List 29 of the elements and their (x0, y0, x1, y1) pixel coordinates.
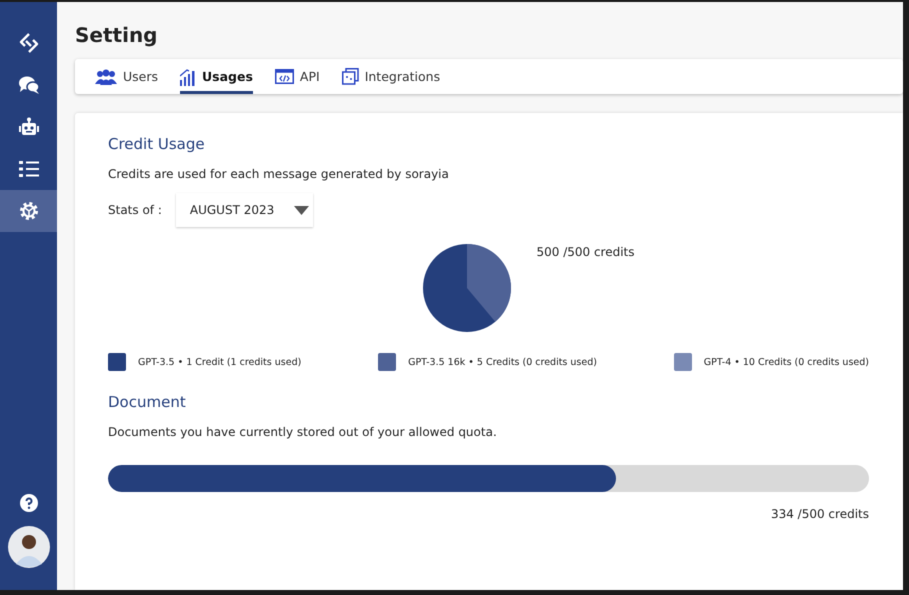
page-title: Setting (75, 23, 158, 47)
progress-reading: 334 /500 credits (770, 507, 869, 521)
month-dropdown[interactable]: AUGUST 2023 (176, 193, 313, 227)
robot-icon (18, 117, 40, 137)
help-icon[interactable] (20, 494, 38, 512)
sidebar-item[interactable] (0, 190, 57, 232)
puzzle-icon (342, 68, 359, 85)
tab[interactable]: Integrations (342, 59, 440, 94)
bar-chart-icon (180, 68, 196, 86)
users-icon (95, 68, 117, 84)
tab[interactable]: API (274, 59, 320, 94)
legend-label: GPT-4 • 10 Credits (0 credits used) (704, 356, 869, 368)
section-title: Credit Usage (108, 135, 206, 153)
section-title: Document (108, 393, 187, 411)
logo-icon (18, 32, 40, 54)
code-window-icon (274, 69, 294, 84)
settings-icon (18, 200, 40, 222)
legend-label: GPT-3.5 16k • 5 Credits (0 credits used) (408, 356, 597, 368)
tab[interactable]: Users (95, 59, 158, 94)
description: Credits are used for each message generated by sorayia (108, 167, 450, 181)
legend-label: GPT-3.5 • 1 Credit (1 credits used) (138, 356, 302, 368)
avatar[interactable] (8, 526, 50, 568)
list-icon (18, 160, 38, 178)
chat-icon (18, 75, 40, 95)
description: Documents you have currently stored out of your allowed quota. (108, 425, 498, 439)
caret-icon (294, 206, 309, 214)
tab[interactable]: Usages (180, 59, 253, 94)
credit-total: 500 /500 credits (536, 245, 635, 259)
stats-label: Stats of : (108, 203, 162, 217)
